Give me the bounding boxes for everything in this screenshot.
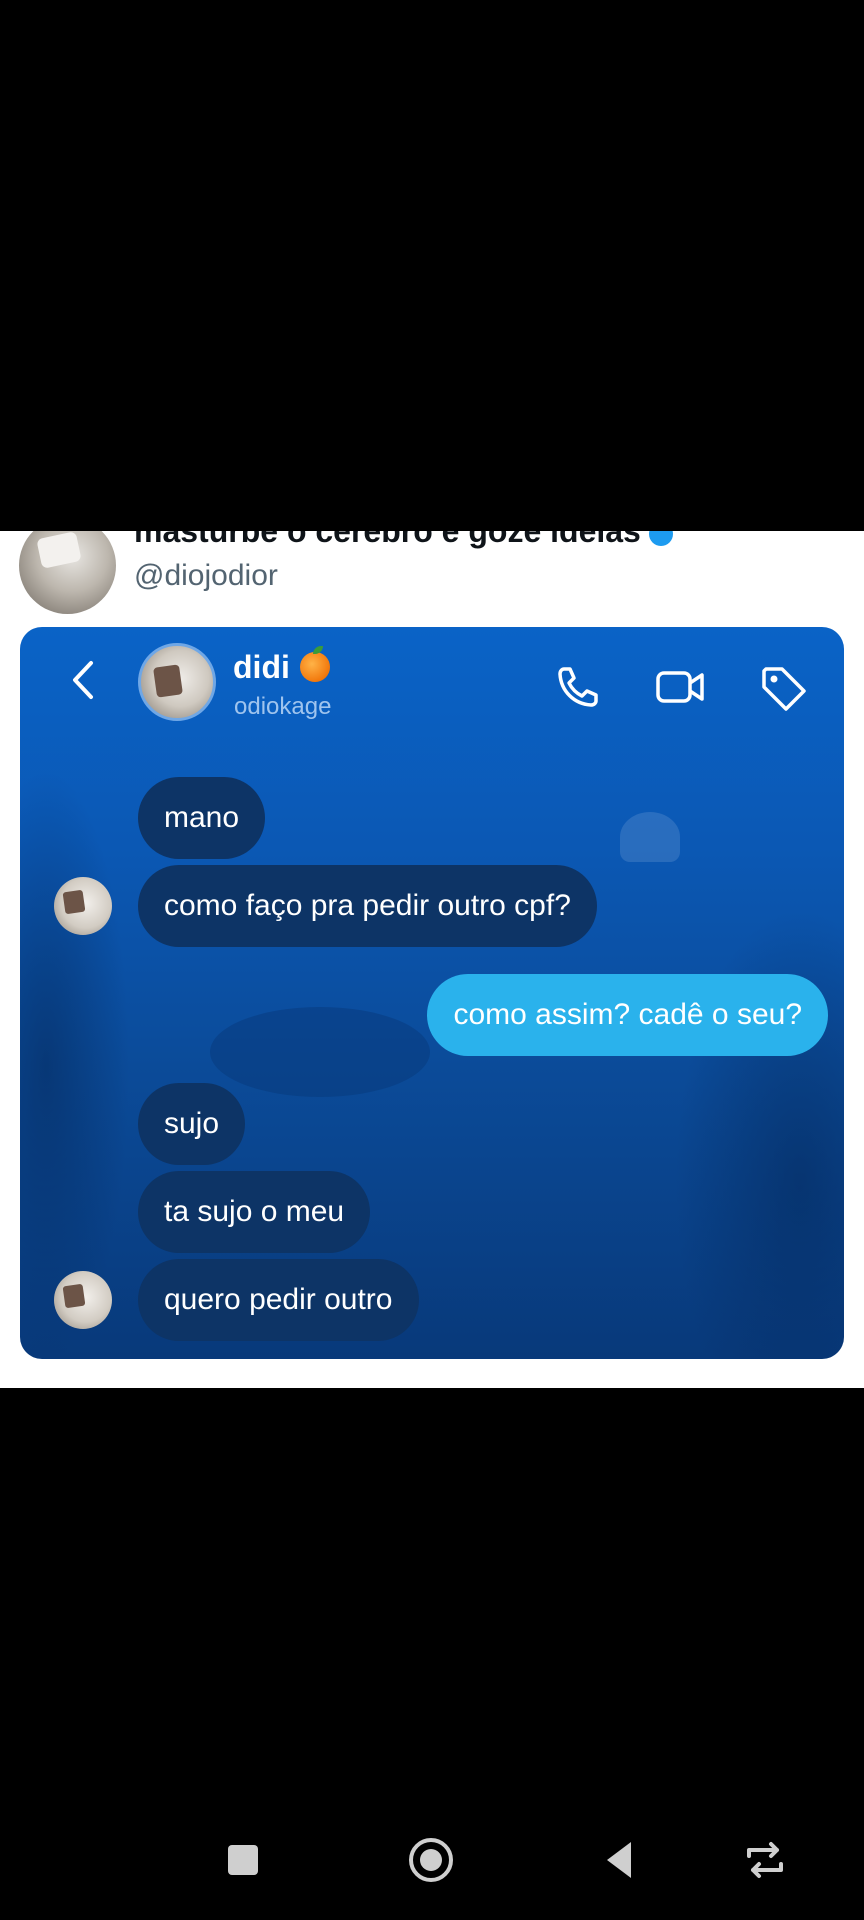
author-display-name[interactable]: masturbe o cérebro e goze ideias (134, 531, 673, 550)
chat-screenshot: didi odiokage mano como faço pra pedir o… (20, 627, 844, 1359)
sender-avatar (54, 1271, 112, 1329)
rotate-icon[interactable] (737, 1832, 793, 1888)
android-navigation-bar (0, 1800, 864, 1920)
tweet-header: masturbe o cérebro e goze ideias @diojod… (0, 531, 864, 621)
video-icon[interactable] (654, 661, 706, 713)
message-bubble-incoming[interactable]: ta sujo o meu (138, 1171, 371, 1253)
author-handle[interactable]: @diojodior (134, 559, 278, 593)
message-bubble-outgoing[interactable]: como assim? cadê o seu? (427, 974, 828, 1056)
phone-icon[interactable] (552, 661, 604, 713)
back-triangle-icon[interactable] (593, 1832, 649, 1888)
contact-name[interactable]: didi (233, 646, 330, 686)
message-bubble-incoming[interactable]: como faço pra pedir outro cpf? (138, 865, 597, 947)
message-bubble-incoming[interactable]: mano (138, 777, 266, 859)
sender-avatar (54, 877, 112, 935)
coral-decoration (20, 767, 130, 1359)
tweet-card: masturbe o cérebro e goze ideias @diojod… (0, 531, 864, 1388)
contact-name-text: didi (233, 649, 290, 685)
orange-emoji-icon (299, 646, 330, 682)
message-bubble-incoming[interactable]: sujo (138, 1083, 246, 1165)
chat-header: didi odiokage (20, 627, 844, 737)
back-icon[interactable] (60, 655, 110, 705)
contact-username: odiokage (234, 693, 332, 720)
turtle-silhouette (210, 1007, 430, 1097)
jellyfish-silhouette (620, 812, 680, 862)
recents-square-icon[interactable] (215, 1832, 271, 1888)
home-circle-icon[interactable] (403, 1832, 459, 1888)
author-avatar[interactable] (19, 531, 116, 614)
author-name-text: masturbe o cérebro e goze ideias (134, 531, 641, 549)
message-bubble-incoming[interactable]: quero pedir outro (138, 1259, 419, 1341)
contact-avatar[interactable] (138, 643, 216, 721)
tag-icon[interactable] (756, 661, 808, 713)
verified-badge-icon (648, 531, 673, 546)
